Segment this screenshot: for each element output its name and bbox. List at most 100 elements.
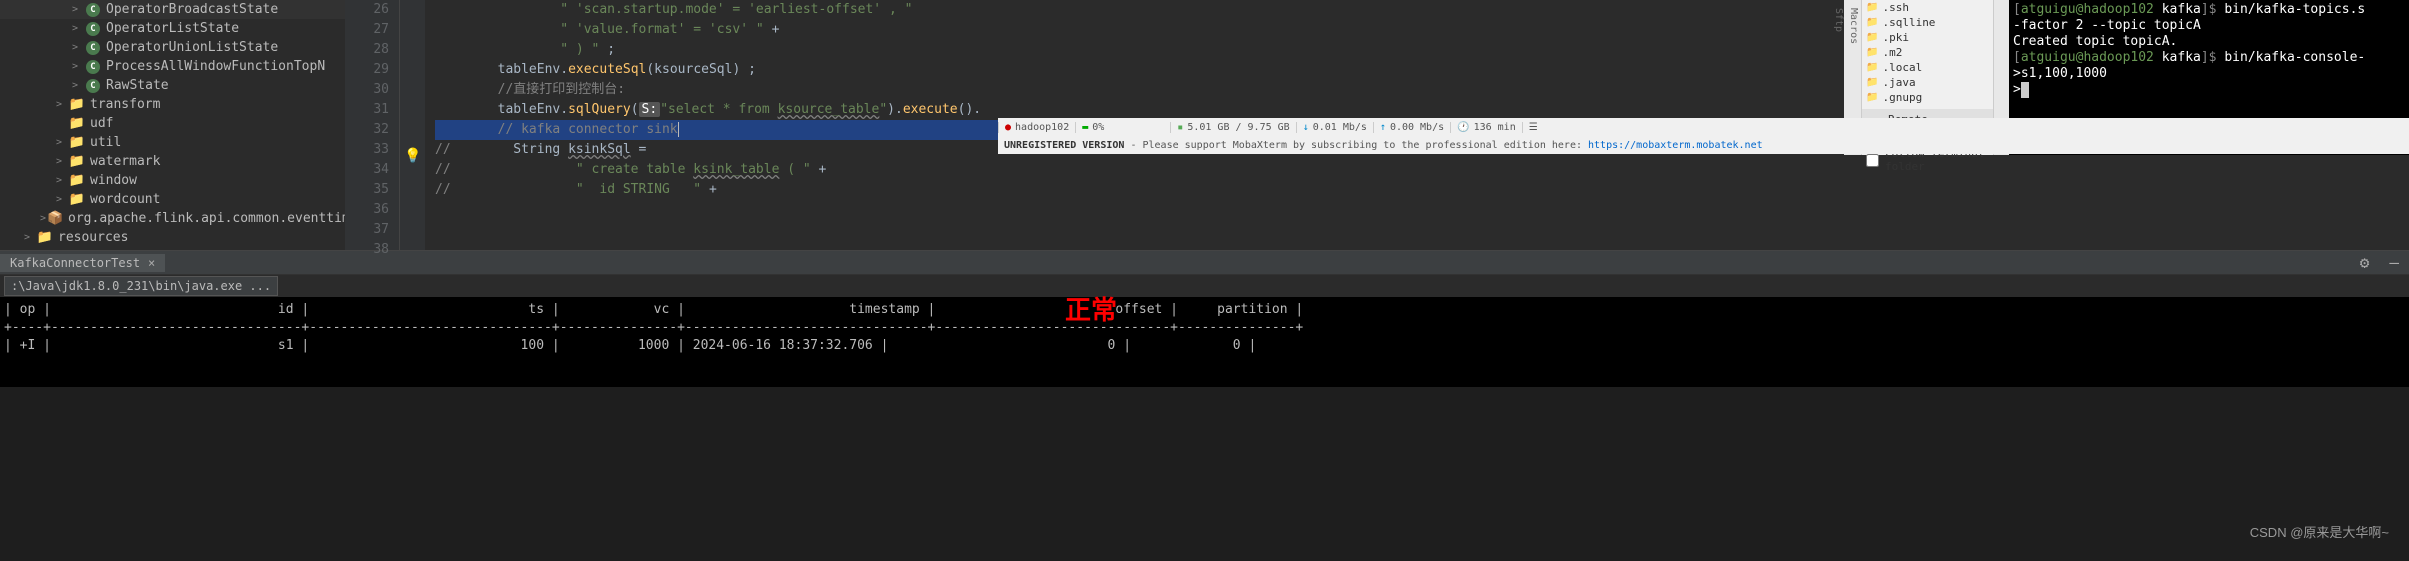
line-number: 30 [345,80,389,100]
line-number: 31 [345,100,389,120]
file-name: .gnupg [1882,91,1922,104]
file-name: .local [1882,61,1922,74]
down-icon: ↓ [1303,122,1309,133]
file-name: .sqlline [1882,16,1935,29]
chevron-right-icon: > [72,4,84,15]
line-gutter: 26 27 28 29 30 31 32 33 34 35 36 37 38 [345,0,400,250]
folder-icon: 📁 [70,136,84,150]
chevron-right-icon: > [72,23,84,34]
terminal-line: -factor 2 --topic topicA [2013,18,2405,34]
status-host: ●hadoop102 [998,122,1075,133]
project-tree: >COperatorBroadcastState >COperatorListS… [0,0,345,250]
tree-item-folder[interactable]: >📁resources [0,228,345,247]
terminal-line: [atguigu@hadoop102 kafka]$ bin/kafka-con… [2013,50,2405,66]
checkbox[interactable] [1866,154,1879,167]
tab-label: KafkaConnectorTest [10,256,140,270]
moba-status-bar: ●hadoop102 ▬0% ▪5.01 GB / 9.75 GB ↓0.01 … [998,118,2409,154]
folder-icon: 📁 [70,193,84,207]
tree-item-folder[interactable]: >📁wordcount [0,190,345,209]
file-name: .java [1882,76,1915,89]
line-number: 36 [345,200,389,220]
chevron-right-icon: > [72,61,84,72]
line-number: 26 [345,0,389,20]
tree-item-folder[interactable]: >📁window [0,171,345,190]
annotation-normal: 正常 [1065,301,1117,319]
terminal-line: Created topic topicA. [2013,34,2405,50]
terminal-line: >s1,100,1000 [2013,66,2405,82]
tree-item-folder[interactable]: 📁udf [0,114,345,133]
file-name: .pki [1882,31,1909,44]
tree-item-folder[interactable]: >📁test [0,247,345,250]
line-number: 33 [345,140,389,160]
class-icon: C [86,41,100,55]
line-number: 32 [345,120,389,140]
terminal-line: [atguigu@hadoop102 kafka]$ bin/kafka-top… [2013,2,2405,18]
console-toolbar: :\Java\jdk1.8.0_231\bin\java.exe ... [0,275,2409,297]
status-cpu: ▬0% [1075,122,1110,133]
folder-icon: 📁 [1866,92,1878,103]
moba-file-item[interactable]: 📁.m2 [1862,45,1993,60]
tree-label: OperatorBroadcastState [106,2,278,17]
folder-icon: 📁 [70,117,84,131]
close-icon[interactable]: × [148,256,155,270]
folder-icon: 📁 [1866,17,1878,28]
status-time: 🕐136 min [1450,122,1522,133]
watermark: CSDN @原来是大华啊~ [2250,522,2389,541]
moba-file-item[interactable]: 📁 .ssh [1862,0,1993,15]
moba-file-item[interactable]: 📁.pki [1862,30,1993,45]
status-netdown: ↓0.01 Mb/s [1296,122,1373,133]
line-number: 38 [345,240,389,260]
output-divider: +----+--------------------------------+-… [4,319,2405,337]
moba-file-item[interactable]: 📁 .local [1862,60,1993,75]
tree-item-class[interactable]: >COperatorBroadcastState [0,0,345,19]
tree-item-folder[interactable]: >📁watermark [0,152,345,171]
host-icon: ● [1005,122,1011,133]
line-number: 34 [345,160,389,180]
folder-icon: 📁 [22,250,36,251]
tree-item-class[interactable]: >CProcessAllWindowFunctionTopN [0,57,345,76]
output-header: | op | id | ts | vc | timestamp | offset… [4,301,2405,319]
lightbulb-icon[interactable]: 💡 [404,148,421,164]
ram-icon: ▪ [1177,122,1183,133]
line-number: 37 [345,220,389,240]
class-icon: C [86,60,100,74]
status-netup: ↑0.00 Mb/s [1373,122,1450,133]
gear-icon[interactable]: ⚙ [2350,253,2380,272]
tree-label: util [90,135,121,150]
folder-icon: 📁 [70,155,84,169]
tree-item-folder[interactable]: >📁transform [0,95,345,114]
console-output[interactable]: | op | id | ts | vc | timestamp | offset… [0,297,2409,387]
moba-file-item[interactable]: 📁 .java [1862,75,1993,90]
line-number: 28 [345,40,389,60]
class-icon: C [86,79,100,93]
up-icon: ↑ [1380,122,1386,133]
file-name: .m2 [1882,46,1902,59]
file-name: .ssh [1882,1,1909,14]
tree-item-class[interactable]: >CRawState [0,76,345,95]
output-row: | +I | s1 | 100 | 1000 | 2024-06-16 18:3… [4,337,2405,355]
tree-label: test [42,249,73,250]
folder-icon: 📁 [1866,2,1878,13]
tree-label: resources [58,230,128,245]
moba-file-item[interactable]: 📁 .sqlline [1862,15,1993,30]
tree-label: OperatorUnionListState [106,40,278,55]
tree-item-class[interactable]: >COperatorListState [0,19,345,38]
folder-icon: 📁 [1866,62,1878,73]
tree-item-class[interactable]: >COperatorUnionListState [0,38,345,57]
run-tab[interactable]: KafkaConnectorTest × [0,254,165,272]
tree-label: window [90,173,137,188]
moba-file-item[interactable]: 📁 .gnupg [1862,90,1993,105]
folder-icon: 📁 [1866,77,1878,88]
folder-icon: 📁 [70,98,84,112]
moba-link[interactable]: https://mobaxterm.mobatek.net [1588,140,1763,151]
tree-item-folder[interactable]: >📁 util [0,133,345,152]
tree-item-package[interactable]: >📦org.apache.flink.api.common.eventtime [0,209,345,228]
folder-icon: 📁 [38,231,52,245]
chevron-right-icon: > [56,156,68,167]
chevron-right-icon: > [56,194,68,205]
chevron-right-icon: > [40,213,46,224]
java-path[interactable]: :\Java\jdk1.8.0_231\bin\java.exe ... [4,276,278,296]
minimize-icon[interactable]: — [2379,253,2409,272]
status-mem: ▪5.01 GB / 9.75 GB [1170,122,1295,133]
chevron-right-icon: > [56,137,68,148]
